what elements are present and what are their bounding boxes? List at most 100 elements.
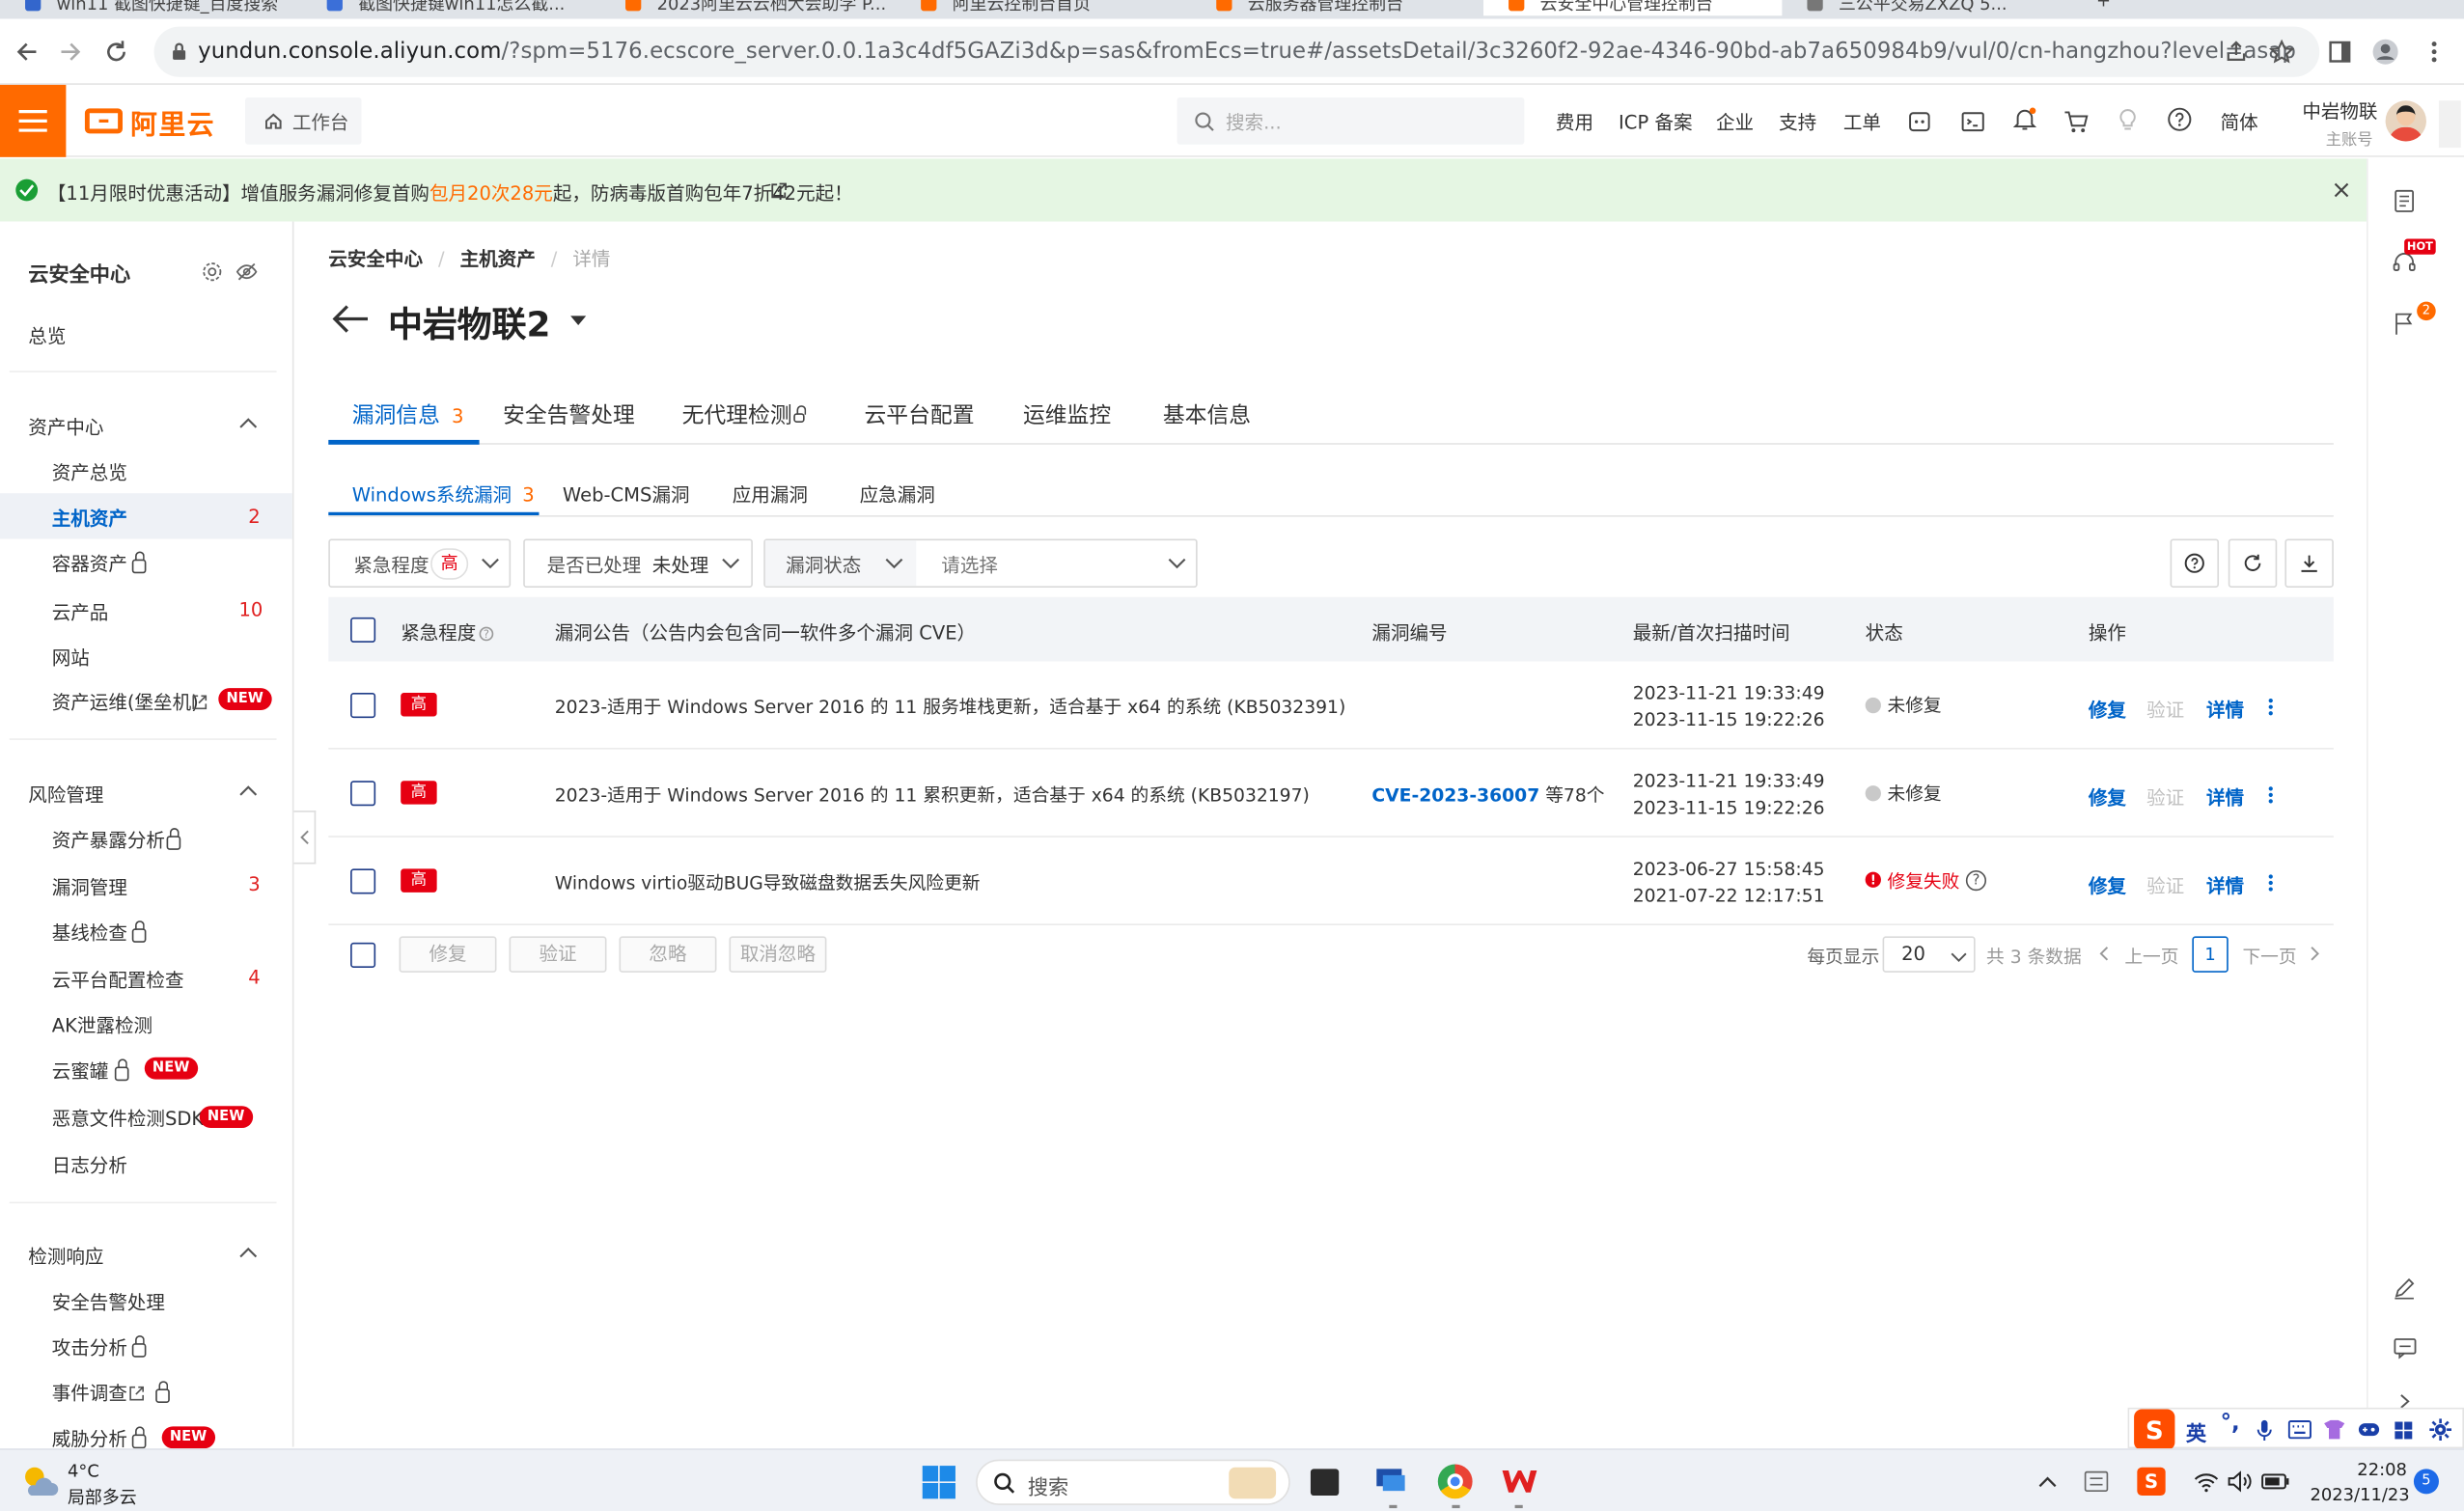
search-input[interactable]: 搜索... — [1177, 96, 1525, 145]
page-size-select[interactable]: 20 — [1882, 936, 1976, 973]
bell-icon[interactable] — [2011, 107, 2036, 132]
cve-link[interactable]: CVE-2023-36007 — [1371, 783, 1539, 806]
nav-cost[interactable]: 费用 — [1556, 108, 1593, 135]
edit-icon[interactable] — [2392, 1276, 2417, 1301]
sidebar-item-vuln-mgmt[interactable]: 漏洞管理 — [52, 873, 127, 900]
sidebar-group-risk[interactable]: 风险管理 — [28, 781, 103, 808]
subtab-webcms[interactable]: Web-CMS漏洞 — [563, 481, 690, 508]
tab-basic-info[interactable]: 基本信息 — [1163, 399, 1251, 431]
nav-support[interactable]: 支持 — [1779, 108, 1816, 135]
sidebar-item-alerts[interactable]: 安全告警处理 — [52, 1288, 165, 1315]
document-icon[interactable] — [2392, 188, 2417, 213]
browser-tab[interactable]: 云服务器管理控制台 — [1191, 0, 1483, 15]
chrome-icon[interactable] — [1437, 1464, 1473, 1499]
subtab-app-vuln[interactable]: 应用漏洞 — [733, 481, 808, 508]
sidebar-item-bastion[interactable]: 资产运维(堡垒机) — [52, 688, 199, 715]
clock-date[interactable]: 2023/11/23 — [2310, 1485, 2409, 1505]
scrollbar[interactable] — [2438, 100, 2461, 149]
menu-button[interactable] — [0, 84, 67, 157]
nav-enterprise[interactable]: 企业 — [1716, 108, 1754, 135]
sogou-ime-icon[interactable]: S — [2134, 1409, 2175, 1450]
detail-link[interactable]: 详情 — [2206, 872, 2244, 899]
chat-icon[interactable] — [2392, 1335, 2417, 1360]
bookmark-star-icon[interactable] — [2267, 38, 2295, 66]
external-link-icon[interactable] — [768, 180, 788, 200]
tab-agentless[interactable]: 无代理检测 — [682, 399, 792, 431]
sidebar-item-cloud-config[interactable]: 云平台配置检查 — [52, 966, 184, 993]
more-vertical-icon[interactable] — [2264, 783, 2277, 806]
breadcrumb-link[interactable]: 主机资产 — [460, 248, 536, 270]
page-number-current[interactable]: 1 — [2192, 936, 2229, 973]
workbench-button[interactable]: 工作台 — [244, 96, 362, 145]
vuln-status-filter[interactable]: 漏洞状态 请选择 — [763, 538, 1198, 588]
caret-down-icon[interactable] — [568, 313, 588, 328]
verify-link[interactable]: 验证 — [2146, 783, 2184, 810]
microphone-icon[interactable] — [2255, 1417, 2274, 1442]
browser-tab[interactable]: 三公平交易ZXZQ 5... — [1782, 0, 2074, 15]
close-icon[interactable] — [2332, 180, 2351, 200]
info-icon[interactable]: ? — [479, 626, 494, 642]
sidebar-item-asset-overview[interactable]: 资产总览 — [52, 458, 127, 485]
back-arrow-icon[interactable] — [330, 302, 371, 337]
bulk-verify-button[interactable]: 验证 — [509, 936, 607, 973]
detail-link[interactable]: 详情 — [2206, 696, 2244, 723]
user-name[interactable]: 中岩物联 — [2302, 97, 2377, 124]
tab-alerts[interactable]: 安全告警处理 — [503, 399, 635, 431]
severity-chip[interactable]: 高 — [430, 548, 469, 580]
detail-link[interactable]: 详情 — [2206, 783, 2244, 810]
fix-link[interactable]: 修复 — [2089, 696, 2126, 723]
sidebar-group-assets[interactable]: 资产中心 — [28, 413, 103, 440]
sidebar-item-cloud-products[interactable]: 云产品 — [52, 598, 109, 625]
ime-punct-icon[interactable]: °, — [2221, 1411, 2240, 1436]
row-checkbox[interactable] — [350, 693, 376, 719]
cart-icon[interactable] — [2063, 108, 2089, 133]
sidebar-item-investigation[interactable]: 事件调查 — [52, 1380, 127, 1407]
bulk-unignore-button[interactable]: 取消忽略 — [729, 936, 827, 973]
sidebar-item-containers[interactable]: 容器资产 — [52, 550, 127, 577]
sidebar-item-malware-sdk[interactable]: 恶意文件检测SDK — [52, 1105, 205, 1132]
severity-filter[interactable]: 紧急程度 高 — [328, 538, 512, 588]
ime-lang-toggle[interactable]: 英 — [2186, 1417, 2206, 1446]
bulb-icon[interactable] — [2117, 108, 2139, 133]
sidebar-item-exposure[interactable]: 资产暴露分析 — [52, 826, 165, 853]
chevron-left-icon[interactable] — [2098, 945, 2111, 964]
aliyun-logo[interactable]: 阿里云 — [84, 103, 215, 141]
more-vertical-icon[interactable] — [2264, 696, 2277, 718]
browser-tab[interactable]: 2023阿里云云栖大会助学 P... — [600, 0, 896, 15]
game-icon[interactable] — [2356, 1417, 2381, 1442]
subtab-windows-vuln[interactable]: Windows系统漏洞 3 — [352, 481, 535, 508]
forward-icon[interactable] — [57, 38, 85, 66]
keyboard-icon[interactable] — [2287, 1418, 2312, 1439]
row-checkbox[interactable] — [350, 868, 376, 894]
more-vertical-icon[interactable] — [2264, 872, 2277, 894]
ai-assistant-icon[interactable] — [1906, 108, 1931, 133]
browser-tab[interactable]: 阿里云控制台首页 — [896, 0, 1191, 15]
eye-off-icon[interactable] — [235, 261, 258, 283]
sidebar-item-ak-leak[interactable]: AK泄露检测 — [52, 1012, 152, 1039]
sidebar-toggle-icon[interactable] — [2326, 38, 2354, 66]
sidebar-item-attack-analysis[interactable]: 攻击分析 — [52, 1333, 127, 1360]
nav-ticket[interactable]: 工单 — [1843, 108, 1881, 135]
vuln-title[interactable]: 2023-适用于 Windows Server 2016 的 11 累积更新，适… — [555, 783, 1310, 808]
footer-select-all-checkbox[interactable] — [350, 942, 376, 968]
sidebar-item-baseline[interactable]: 基线检查 — [52, 919, 127, 946]
breadcrumb-link[interactable]: 云安全中心 — [328, 248, 423, 270]
volume-icon[interactable] — [2227, 1469, 2252, 1494]
sogou-tray-icon[interactable]: S — [2137, 1467, 2166, 1497]
browser-tab-active[interactable]: 云安全中心管理控制台 — [1483, 0, 1783, 16]
notification-count-badge[interactable]: 5 — [2413, 1469, 2439, 1495]
chevron-right-icon[interactable] — [2309, 945, 2321, 964]
avatar[interactable] — [2385, 100, 2426, 142]
sidebar-item-honeypot[interactable]: 云蜜罐 — [52, 1058, 109, 1085]
browser-tab[interactable]: 截图快捷键win11怎么截... — [302, 0, 600, 15]
help-icon[interactable] — [2167, 107, 2192, 132]
terminal-icon[interactable] — [1959, 108, 1984, 133]
flag-icon[interactable] — [2392, 311, 2417, 336]
verify-link[interactable]: 验证 — [2146, 696, 2184, 723]
promo-text[interactable]: 【11月限时优惠活动】增值服务漏洞修复首购包月20次28元起，防病毒版首购包年7… — [47, 179, 853, 206]
share-icon[interactable] — [2222, 38, 2250, 66]
profile-icon[interactable] — [2371, 38, 2399, 66]
refresh-button[interactable] — [2228, 538, 2278, 588]
sidebar-item-websites[interactable]: 网站 — [52, 645, 90, 672]
reload-icon[interactable] — [102, 38, 130, 66]
